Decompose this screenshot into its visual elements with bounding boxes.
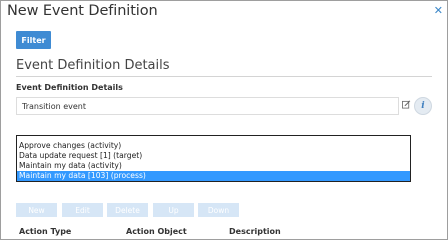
list-item[interactable]: Maintain my data (activity) — [17, 161, 410, 171]
close-icon[interactable]: ✕ — [434, 4, 443, 17]
section-divider — [16, 76, 432, 77]
list-item[interactable]: Data update request [1] (target) — [17, 151, 410, 161]
list-item-selected[interactable]: Maintain my data [103] (process) — [17, 171, 410, 181]
filter-button[interactable]: Filter — [16, 31, 51, 49]
down-button[interactable]: Down — [198, 203, 239, 217]
event-definition-details-label: Event Definition Details — [16, 83, 123, 92]
dialog-title: New Event Definition — [7, 3, 158, 19]
edit-button[interactable]: Edit — [62, 203, 103, 217]
up-button[interactable]: Up — [153, 203, 194, 217]
column-header-action-type[interactable]: Action Type — [19, 227, 71, 236]
edit-icon[interactable] — [402, 100, 411, 109]
new-button[interactable]: New — [16, 203, 57, 217]
section-title: Event Definition Details — [16, 58, 170, 73]
info-icon[interactable]: i — [414, 97, 432, 115]
column-header-description[interactable]: Description — [229, 227, 281, 236]
event-listbox[interactable]: Approve changes (activity) Data update r… — [16, 135, 411, 182]
event-definition-dialog: New Event Definition ✕ Filter Event Defi… — [0, 0, 448, 240]
event-definition-field[interactable]: Transition event — [16, 97, 399, 115]
list-item[interactable]: Approve changes (activity) — [17, 141, 410, 151]
delete-button[interactable]: Delete — [107, 203, 148, 217]
column-header-action-object[interactable]: Action Object — [126, 227, 187, 236]
